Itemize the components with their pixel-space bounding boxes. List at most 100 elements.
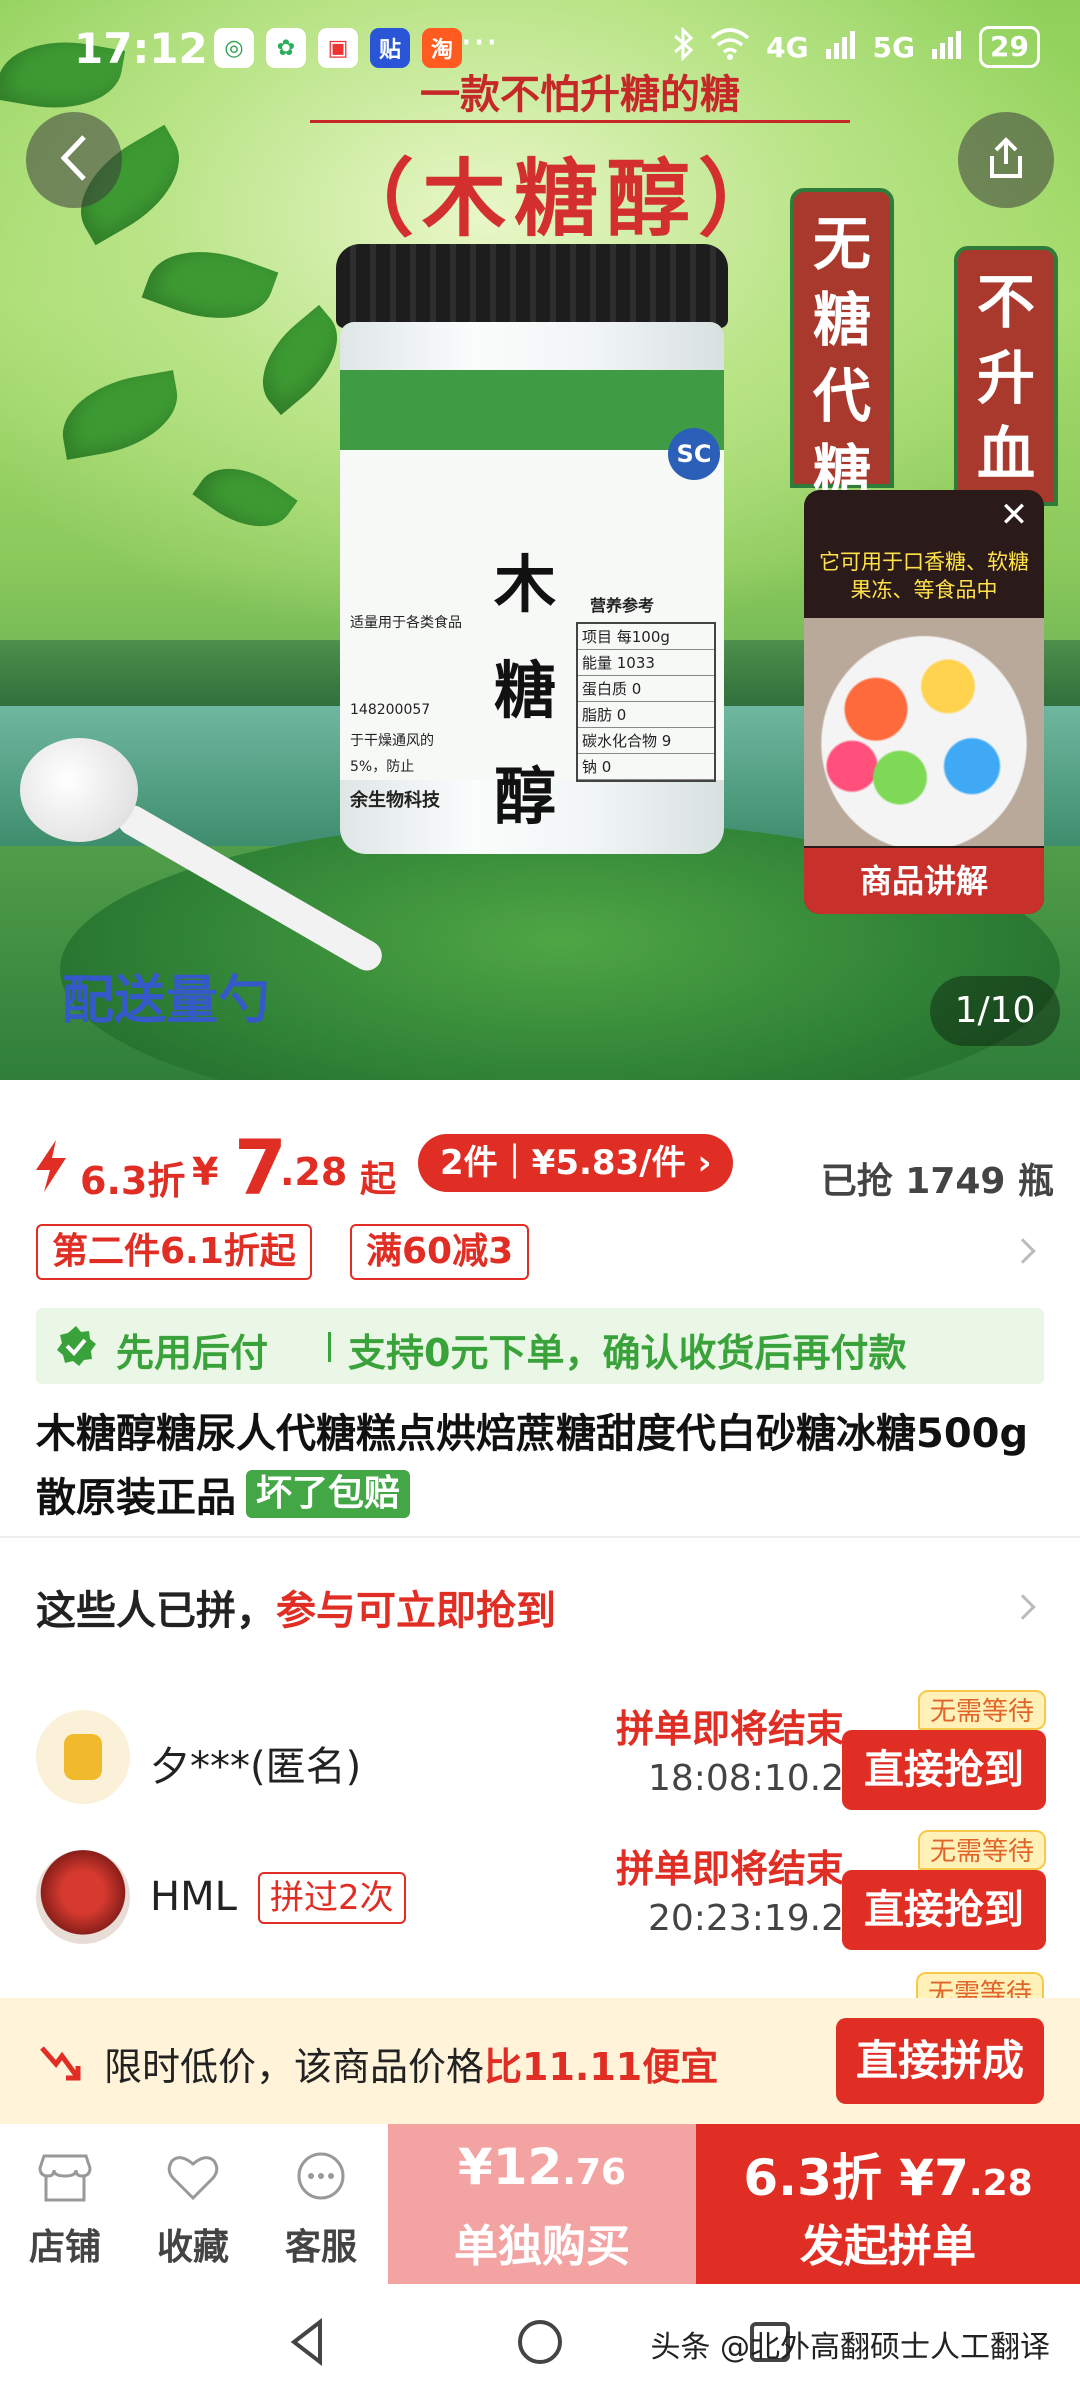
chevron-right-icon: › xyxy=(697,1143,712,1183)
product-explainer-card[interactable]: ✕ 它可用于口香糖、软糖果冻、等食品中 商品讲解 xyxy=(804,490,1044,914)
group-buy-row: HML 拼过2次 拼单即将结束 20:23:19.2 直接抢到 无需等待 xyxy=(36,1830,1046,1960)
status-app-icons: ◎ ✿ ▣ 贴 淘 xyxy=(214,28,462,68)
gummy-candy-photo xyxy=(804,618,1044,846)
nutrition-row: 能量 1033 xyxy=(578,650,714,676)
spoon-note: 配送量勺 xyxy=(62,971,271,1031)
taobao-icon: 淘 xyxy=(422,28,462,68)
nutrition-row: 钠 0 xyxy=(578,754,714,780)
product-jar: SC 木糖醇 营养参考 适量用于各类食品 148200057 于干燥通风的 5%… xyxy=(336,244,728,854)
start-group-button[interactable]: 6.3折 ¥7.28 发起拼单 xyxy=(696,2124,1080,2284)
nutrition-row: 脂肪 0 xyxy=(578,702,714,728)
favorite-label: 收藏 xyxy=(156,2227,229,2268)
product-image-carousel[interactable]: 17:12 ◎ ✿ ▣ 贴 淘 ··· 4G 5G 29 一款不怕升糖的糖 （木… xyxy=(0,0,1080,1080)
badge-sugar-free: 无糖代糖 xyxy=(790,188,894,506)
buy-alone-button[interactable]: ¥12.76 单独购买 xyxy=(388,2124,696,2284)
chevron-right-icon xyxy=(1010,1238,1036,1264)
pay-later-title: 先用后付 xyxy=(116,1331,269,1375)
price-currency: ¥ xyxy=(192,1150,219,1194)
battery-indicator: 29 xyxy=(979,26,1040,68)
wechat-icon: ✿ xyxy=(266,28,306,68)
avatar xyxy=(36,1850,130,1944)
group-buy-row: 夕***(匿名) 拼单即将结束 18:08:10.2 直接抢到 无需等待 xyxy=(36,1690,1046,1820)
jar-text: 148200057 xyxy=(350,702,431,718)
explainer-label[interactable]: 商品讲解 xyxy=(804,848,1044,914)
app-notification-icon: ▣ xyxy=(318,28,358,68)
jar-text: 5%，防止 xyxy=(350,759,415,775)
price-integer: 7 xyxy=(234,1123,287,1212)
chevron-right-icon xyxy=(1010,1594,1036,1620)
badge-check-icon xyxy=(54,1324,98,1368)
single-price: ¥12.76 xyxy=(388,2138,696,2196)
watermark-text: 头条 @北外高翻硕士人工翻译 xyxy=(650,2330,1050,2365)
share-icon xyxy=(982,134,1030,186)
sold-count: 已抢 1749 瓶 xyxy=(820,1161,1054,1202)
back-button[interactable] xyxy=(26,112,122,208)
status-bar: 17:12 ◎ ✿ ▣ 贴 淘 ··· 4G 5G 29 xyxy=(0,0,1080,100)
jar-logo: SC xyxy=(668,428,720,480)
avatar xyxy=(36,1710,130,1804)
multi-buy-label: 2件｜¥5.83/件 xyxy=(440,1143,686,1183)
nutrition-row: 项目 每100g xyxy=(578,624,714,650)
trend-down-icon xyxy=(38,2040,84,2086)
group-ending: 拼单即将结束 18:08:10.2 xyxy=(584,1704,844,1804)
more-notifications-icon: ··· xyxy=(460,20,499,66)
nutrition-row: 碳水化合物 9 xyxy=(578,728,714,754)
group-label: 发起拼单 xyxy=(800,2221,976,2272)
multi-buy-pill[interactable]: 2件｜¥5.83/件 › xyxy=(418,1134,734,1192)
jar-text: 余生物科技 xyxy=(350,790,440,811)
jar-nutrition-table: 项目 每100g 能量 1033 蛋白质 0 脂肪 0 碳水化合物 9 钠 0 xyxy=(576,622,716,782)
countdown-timer: 20:23:19.2 xyxy=(647,1898,844,1939)
shop-label: 店铺 xyxy=(28,2227,101,2268)
wifi-icon xyxy=(710,27,750,67)
ending-status: 拼单即将结束 xyxy=(615,1847,844,1891)
group-buy-heading[interactable]: 这些人已拼，参与可立即抢到 xyxy=(36,1578,1046,1638)
close-icon[interactable]: ✕ xyxy=(998,498,1030,532)
coupon-tag[interactable]: 第二件6.1折起 xyxy=(36,1224,312,1280)
shop-tab[interactable]: 店铺 xyxy=(0,2124,130,2284)
badge-no-blood-sugar: 不升血 xyxy=(954,246,1058,506)
user-name: 夕***(匿名) xyxy=(150,1744,362,1790)
nav-home-button[interactable] xyxy=(510,2312,570,2372)
service-tab[interactable]: 客服 xyxy=(256,2124,386,2284)
price-discount: 6.3折 xyxy=(80,1159,186,1203)
group-heading-text: 这些人已拼， xyxy=(36,1588,276,1634)
coupon-row[interactable]: 第二件6.1折起 满60减3 xyxy=(36,1224,1046,1284)
single-price-main: ¥12 xyxy=(457,2138,563,2196)
grab-now-button[interactable]: 直接抢到 xyxy=(842,1730,1046,1810)
coupon-tag[interactable]: 满60减3 xyxy=(350,1224,530,1280)
low-price-highlight: 比11.11便宜 xyxy=(484,2045,719,2089)
app-notification-icon: ◎ xyxy=(214,28,254,68)
favorite-tab[interactable]: 收藏 xyxy=(128,2124,258,2284)
pay-later-banner[interactable]: 先用后付 支持0元下单，确认收货后再付款 xyxy=(36,1308,1044,1384)
signal-icon xyxy=(825,29,857,66)
low-price-bar: 限时低价，该商品价格比11.11便宜 直接拼成 xyxy=(0,1998,1080,2124)
status-time: 17:12 xyxy=(74,24,208,73)
no-wait-badge: 无需等待 xyxy=(917,1830,1046,1870)
ending-status: 拼单即将结束 xyxy=(615,1707,844,1751)
watch-icon xyxy=(64,1734,102,1780)
jar-text: 于干燥通风的 xyxy=(350,733,434,749)
network-label: 5G xyxy=(872,30,916,64)
lightning-icon xyxy=(34,1140,68,1192)
countdown-timer: 18:08:10.2 xyxy=(647,1758,844,1799)
system-nav-bar: 头条 @北外高翻硕士人工翻译 xyxy=(0,2284,1080,2400)
nav-back-button[interactable] xyxy=(280,2312,340,2372)
signal-icon xyxy=(931,29,963,66)
service-label: 客服 xyxy=(284,2227,357,2268)
jar-product-name: 木糖醇 xyxy=(493,548,556,833)
grab-now-button[interactable]: 直接抢到 xyxy=(842,1870,1046,1950)
bluetooth-icon xyxy=(672,25,694,68)
no-wait-badge: 无需等待 xyxy=(917,1690,1046,1730)
group-heading-highlight: 参与可立即抢到 xyxy=(276,1588,556,1634)
direct-group-button[interactable]: 直接拼成 xyxy=(836,2018,1044,2104)
share-button[interactable] xyxy=(958,112,1054,208)
chevron-left-icon xyxy=(54,133,94,187)
single-label: 单独购买 xyxy=(454,2221,630,2272)
single-price-decimal: .76 xyxy=(562,2152,627,2193)
price-row: 6.3折 ¥ 7 .28 起 2件｜¥5.83/件 › 已抢 1749 瓶 xyxy=(34,1128,1054,1208)
bottom-action-bar: 店铺 收藏 客服 ¥12.76 单独购买 6.3折 ¥7.28 发起拼单 xyxy=(0,2124,1080,2284)
low-price-text: 限时低价，该商品价格比11.11便宜 xyxy=(104,2036,718,2091)
low-price-text-a: 限时低价，该商品价格 xyxy=(104,2045,485,2089)
price-suffix: 起 xyxy=(360,1159,397,1200)
explainer-caption: 它可用于口香糖、软糖果冻、等食品中 xyxy=(819,550,1029,602)
